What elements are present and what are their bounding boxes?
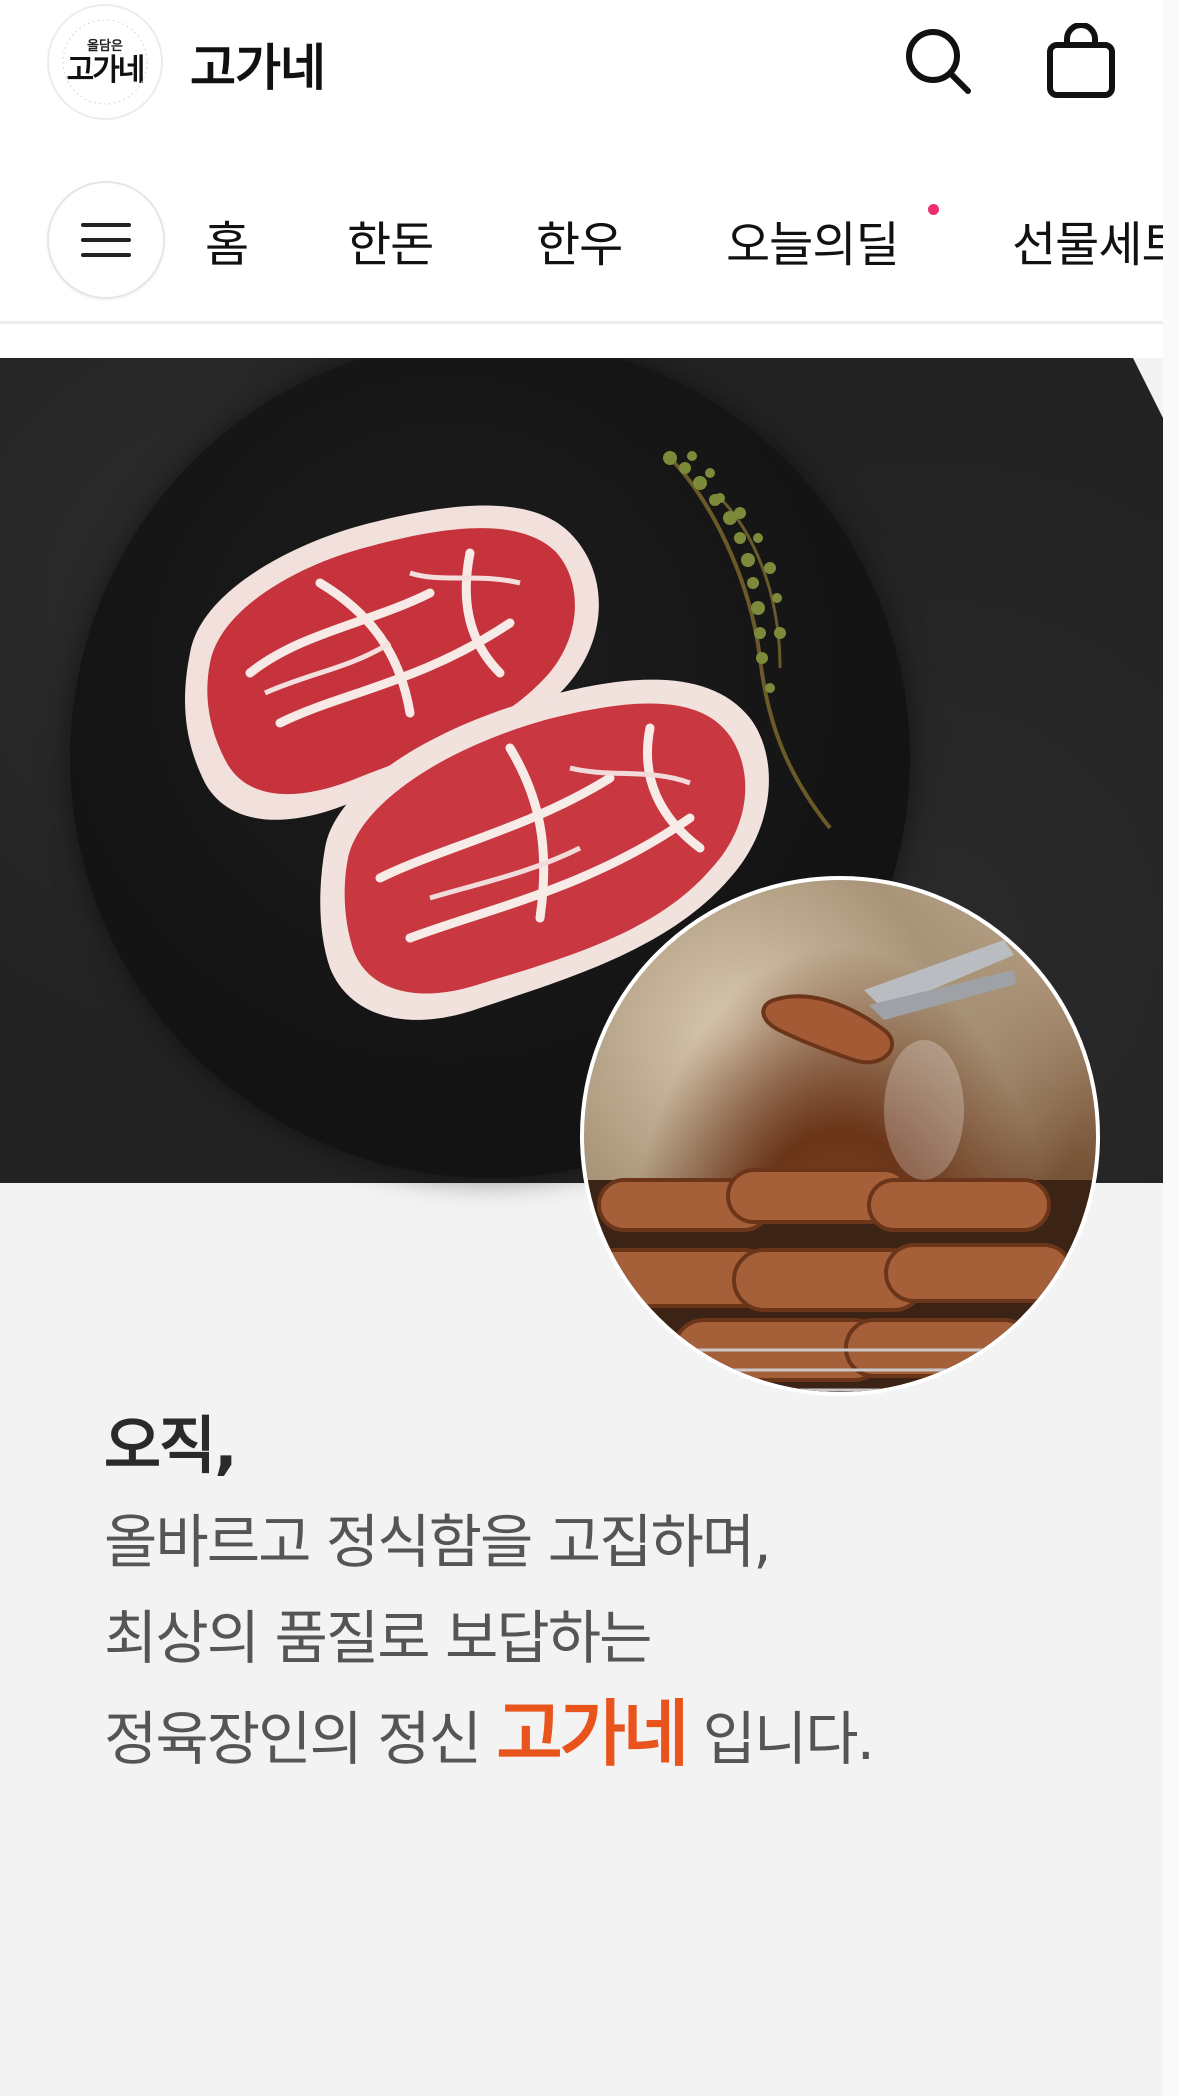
nav-item-gift-set[interactable]: 선물세트: [1012, 205, 1179, 275]
page-edge: [1163, 0, 1179, 2096]
category-nav: 홈 한돈 한우 오늘의딜 선물세트: [0, 175, 1179, 323]
nav-item-home[interactable]: 홈: [205, 205, 249, 275]
logo-ring: [62, 19, 148, 105]
brand-logo[interactable]: 올담은 고가네: [47, 4, 163, 120]
nav-divider: [0, 321, 1165, 324]
grilled-pork-illustration: [584, 940, 1096, 1392]
brand-tagline: 오직, 올바르고 정식함을 고집하며, 최상의 품질로 보답하는 정육장인의 정…: [104, 1398, 876, 1787]
hero-banner[interactable]: 오직, 올바르고 정식함을 고집하며, 최상의 품질로 보답하는 정육장인의 정…: [0, 358, 1163, 2096]
search-button[interactable]: [893, 16, 983, 106]
cart-button[interactable]: [1036, 16, 1126, 106]
search-icon: [906, 29, 971, 94]
grilled-meat-image: [580, 876, 1100, 1396]
banner-corner-cut: [1133, 358, 1163, 418]
nav-item-hanwoo[interactable]: 한우: [536, 205, 623, 275]
menu-button[interactable]: [47, 181, 165, 299]
tagline-brand-accent: 고가네: [496, 1692, 689, 1776]
herb-garnish-image: [663, 451, 832, 830]
tagline-line-1: 오직,: [104, 1409, 238, 1482]
top-header: 올담은 고가네 고가네: [0, 0, 1179, 150]
nav-item-todays-deal[interactable]: 오늘의딜: [726, 205, 900, 275]
nav-item-handon[interactable]: 한돈: [347, 205, 434, 275]
tagline-line-4-prefix: 정육장인의 정신: [104, 1705, 497, 1773]
tagline-line-2: 올바르고 정식함을 고집하며,: [104, 1508, 772, 1576]
new-indicator-dot: [928, 204, 939, 215]
brand-name[interactable]: 고가네: [190, 28, 326, 100]
shopping-bag-icon: [1047, 23, 1115, 98]
hamburger-menu-icon: [81, 223, 131, 257]
tagline-line-4-suffix: 입니다.: [686, 1705, 876, 1773]
tagline-line-4: 정육장인의 정신 고가네 입니다.: [104, 1686, 876, 1787]
tagline-line-3: 최상의 품질로 보답하는: [104, 1604, 652, 1672]
